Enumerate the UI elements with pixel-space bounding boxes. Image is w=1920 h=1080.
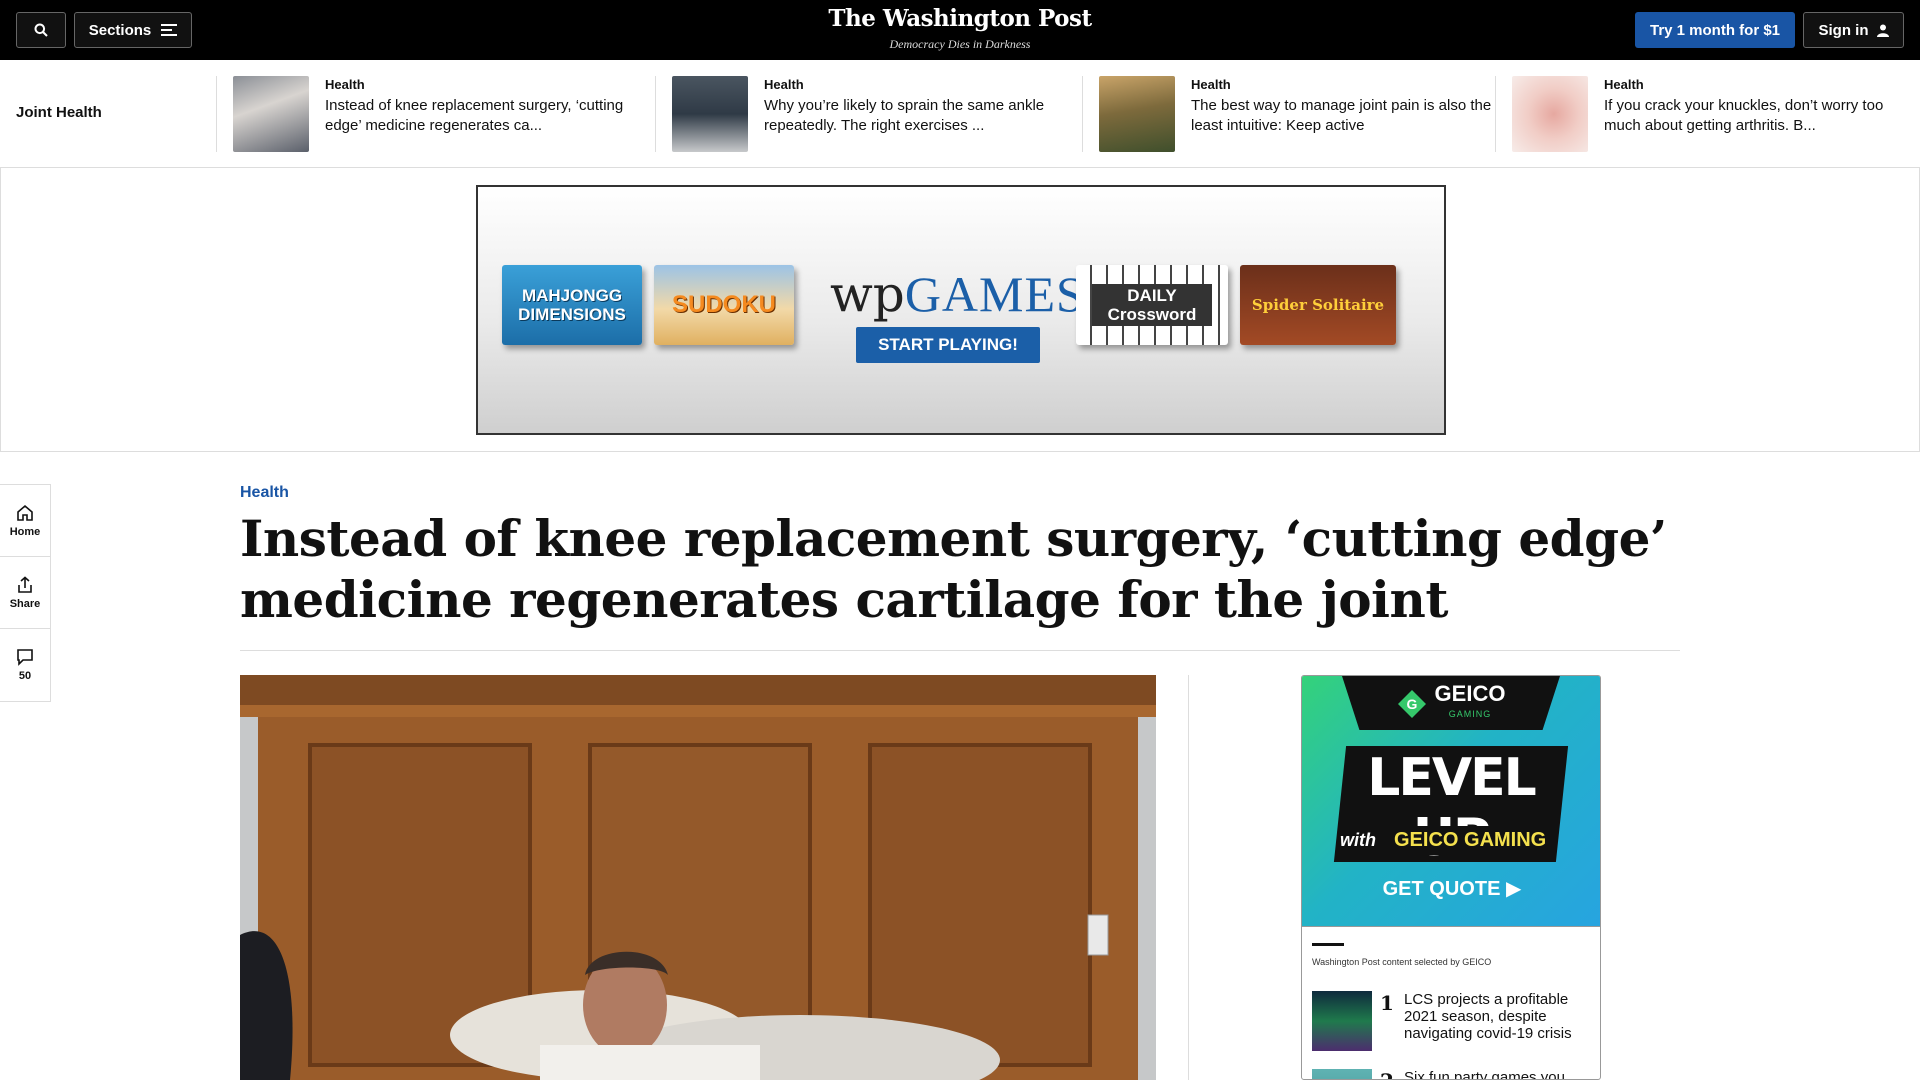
article-headline: Instead of knee replacement surgery, ‘cu… xyxy=(240,509,1667,629)
sponsor-note: Washington Post content selected by GEIC… xyxy=(1312,957,1492,967)
story-kicker: Health xyxy=(1604,77,1644,92)
topic-strip: Joint Health Health Instead of knee repl… xyxy=(0,60,1920,168)
game-tile-mahjongg[interactable]: MAHJONGG DIMENSIONS xyxy=(502,265,642,345)
story-headline[interactable]: Instead of knee replacement surgery, ‘cu… xyxy=(325,96,633,136)
game-tile-spider-solitaire[interactable]: Spider Solitaire xyxy=(1240,265,1396,345)
game-tile-label: MAHJONGG DIMENSIONS xyxy=(518,286,626,324)
story-kicker: Health xyxy=(764,77,804,92)
wp-games-logo[interactable]: wpGAMES START PLAYING! xyxy=(830,265,1084,363)
game-tile-crossword[interactable]: DAILY Crossword xyxy=(1076,265,1228,345)
comment-icon xyxy=(17,649,33,666)
story-headline[interactable]: The best way to manage joint pain is als… xyxy=(1191,96,1499,136)
article-kicker[interactable]: Health xyxy=(240,484,289,502)
divider xyxy=(655,76,656,152)
story-thumbnail[interactable] xyxy=(1099,76,1175,152)
game-tile-label: DAILY Crossword xyxy=(1092,284,1212,326)
menu-icon xyxy=(161,24,178,36)
strip-story-4[interactable]: Health If you crack your knuckles, don’t… xyxy=(1512,76,1912,152)
geico-gaming-text: GEICO GAMING xyxy=(1384,826,1557,855)
sections-button[interactable]: Sections xyxy=(74,12,192,48)
sponsored-thumbnail[interactable] xyxy=(1312,991,1372,1051)
play-triangle-icon: ▶ xyxy=(1505,878,1522,900)
story-thumbnail[interactable] xyxy=(672,76,748,152)
story-kicker: Health xyxy=(325,77,365,92)
sign-in-button[interactable]: Sign in xyxy=(1803,12,1904,48)
geico-brand: GEICO xyxy=(1434,681,1506,706)
game-tile-sudoku[interactable]: SUDOKU xyxy=(654,265,794,345)
games-word: GAMES xyxy=(904,266,1085,322)
strip-story-1[interactable]: Health Instead of knee replacement surge… xyxy=(233,76,633,152)
story-kicker: Health xyxy=(1191,77,1231,92)
home-button[interactable]: Home xyxy=(0,485,50,557)
share-button[interactable]: Share xyxy=(0,557,50,629)
sections-label: Sections xyxy=(88,21,152,39)
hero-photo xyxy=(240,675,1156,1080)
get-quote-button[interactable]: GET QUOTE ▶ xyxy=(1302,876,1600,901)
sponsored-thumbnail[interactable] xyxy=(1312,1069,1372,1079)
search-icon xyxy=(34,23,48,37)
sponsored-rank: 2 xyxy=(1380,1069,1396,1079)
site-tagline: Democracy Dies in Darkness xyxy=(889,37,1031,51)
strip-story-2[interactable]: Health Why you’re likely to sprain the s… xyxy=(672,76,1072,152)
search-button[interactable] xyxy=(16,12,66,48)
strip-topic-label[interactable]: Joint Health xyxy=(16,104,102,121)
geico-brand-sub: GAMING xyxy=(1448,709,1492,719)
sponsored-headline[interactable]: Six fun party games you xyxy=(1404,1069,1574,1079)
story-headline[interactable]: Why you’re likely to sprain the same ank… xyxy=(764,96,1072,136)
start-playing-button[interactable]: START PLAYING! xyxy=(856,327,1040,363)
divider xyxy=(1188,675,1189,1080)
geico-ad-banner[interactable]: G GEICO GAMING LEVEL UP with GEICO GAMIN… xyxy=(1302,676,1600,926)
divider xyxy=(1495,76,1496,152)
user-icon xyxy=(1876,24,1889,37)
top-nav-bar: Sections The Washington Post Democracy D… xyxy=(0,0,1920,60)
divider xyxy=(216,76,217,152)
game-tile-label: Spider Solitaire xyxy=(1251,296,1385,314)
geico-logo: G GEICO GAMING xyxy=(1342,676,1560,730)
sponsored-item-1[interactable]: 1 LCS projects a profitable 2021 season,… xyxy=(1312,991,1574,1051)
sponsored-list: Washington Post content selected by GEIC… xyxy=(1302,926,1600,1079)
subscribe-button[interactable]: Try 1 month for $1 xyxy=(1635,12,1795,48)
story-headline[interactable]: If you crack your knuckles, don’t worry … xyxy=(1604,96,1912,136)
divider xyxy=(1082,76,1083,152)
geico-ad[interactable]: G GEICO GAMING LEVEL UP with GEICO GAMIN… xyxy=(1301,675,1601,1080)
story-thumbnail[interactable] xyxy=(1512,76,1588,152)
game-tile-label: SUDOKU xyxy=(671,291,776,318)
divider xyxy=(240,650,1680,651)
comment-count: 50 xyxy=(18,670,32,682)
site-logo[interactable]: The Washington Post xyxy=(760,6,1160,32)
ad-slot-banner: MAHJONGG DIMENSIONS SUDOKU wpGAMES START… xyxy=(0,168,1920,452)
home-icon xyxy=(17,504,33,521)
geico-g-icon: G xyxy=(1397,690,1426,718)
comments-button[interactable]: 50 xyxy=(0,629,50,701)
wp-games-ad[interactable]: MAHJONGG DIMENSIONS SUDOKU wpGAMES START… xyxy=(476,185,1446,435)
hero-image[interactable] xyxy=(240,675,1156,1080)
svg-text:G: G xyxy=(1406,696,1417,712)
wp-mark: wp xyxy=(830,265,905,323)
share-icon xyxy=(18,575,32,593)
sponsored-headline[interactable]: LCS projects a profitable 2021 season, d… xyxy=(1404,991,1574,1051)
with-geico-gaming: with GEICO GAMING xyxy=(1340,826,1557,855)
home-label: Home xyxy=(9,525,41,538)
strip-story-3[interactable]: Health The best way to manage joint pain… xyxy=(1099,76,1499,152)
sponsored-item-2[interactable]: 2 Six fun party games you xyxy=(1312,1069,1574,1079)
with-text: with xyxy=(1340,830,1376,850)
story-thumbnail[interactable] xyxy=(233,76,309,152)
sign-in-label: Sign in xyxy=(1818,21,1869,39)
share-label: Share xyxy=(9,597,41,610)
left-action-rail: Home Share 50 xyxy=(0,484,51,702)
sponsored-rank: 1 xyxy=(1380,991,1394,1015)
accent-bar xyxy=(1312,943,1344,946)
get-quote-label: GET QUOTE xyxy=(1382,878,1501,900)
masthead[interactable]: The Washington Post Democracy Dies in Da… xyxy=(760,6,1160,52)
